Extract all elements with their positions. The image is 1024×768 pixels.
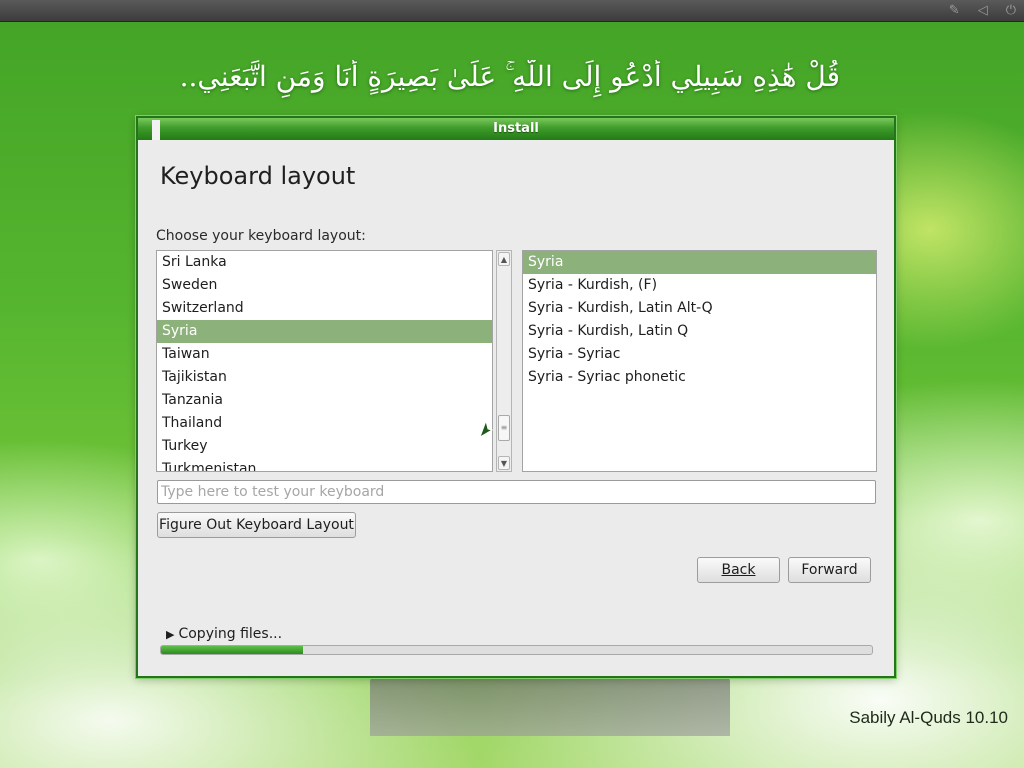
network-icon[interactable]: ✎	[949, 3, 960, 19]
country-list-item[interactable]: Turkmenistan	[157, 458, 492, 471]
arrow-down-icon[interactable]: ▼	[498, 456, 510, 470]
country-list-item[interactable]: Tanzania	[157, 389, 492, 412]
country-list-item[interactable]: Syria	[157, 320, 492, 343]
country-list-scrollbar[interactable]: ▲ ≡ ▼	[496, 250, 512, 472]
top-panel: ✎ ◁ ⏻	[0, 0, 1024, 22]
power-icon[interactable]: ⏻	[1006, 3, 1016, 19]
country-list-item[interactable]: Thailand	[157, 412, 492, 435]
country-list-item[interactable]: Sweden	[157, 274, 492, 297]
country-list-item[interactable]: Sri Lanka	[157, 251, 492, 274]
progress-bar	[160, 645, 873, 655]
verse-banner: قُلْ هَٰذِهِ سَبِيلِي أَدْعُو إِلَى اللَ…	[180, 60, 840, 93]
triangle-right-icon: ▶	[166, 628, 175, 641]
background-mosque	[370, 676, 730, 736]
grip-icon: ≡	[500, 423, 508, 432]
country-list-item[interactable]: Taiwan	[157, 343, 492, 366]
country-list-item[interactable]: Switzerland	[157, 297, 492, 320]
variant-list-item[interactable]: Syria	[523, 251, 876, 274]
volume-icon[interactable]: ◁	[978, 3, 988, 19]
titlebar-grip	[152, 120, 160, 140]
variant-list-item[interactable]: Syria - Syriac	[523, 343, 876, 366]
scroll-thumb[interactable]: ≡	[498, 415, 510, 441]
keyboard-test-input[interactable]	[157, 480, 876, 504]
variant-list-item[interactable]: Syria - Kurdish, Latin Alt-Q	[523, 297, 876, 320]
choose-layout-label: Choose your keyboard layout:	[156, 228, 366, 244]
arrow-up-icon[interactable]: ▲	[498, 252, 510, 266]
figure-out-layout-button[interactable]: Figure Out Keyboard Layout	[157, 512, 356, 538]
progress-expander[interactable]: ▶ Copying files...	[166, 626, 282, 642]
distro-label: Sabily Al-Quds 10.10	[849, 708, 1008, 727]
install-window: Install Keyboard layout Choose your keyb…	[136, 116, 896, 678]
page-title: Keyboard layout	[160, 162, 356, 190]
variant-list-item[interactable]: Syria - Kurdish, Latin Q	[523, 320, 876, 343]
variant-list-item[interactable]: Syria - Syriac phonetic	[523, 366, 876, 389]
variant-list-item[interactable]: Syria - Kurdish, (F)	[523, 274, 876, 297]
progress-label: Copying files...	[178, 626, 283, 642]
progress-fill	[161, 646, 304, 654]
mouse-pointer-icon	[479, 420, 493, 438]
back-button[interactable]: Back	[697, 557, 780, 583]
forward-button[interactable]: Forward	[788, 557, 871, 583]
country-list[interactable]: Sri Lanka Sweden Switzerland Syria Taiwan Taj…	[156, 250, 493, 472]
country-list-item[interactable]: Turkey	[157, 435, 492, 458]
window-title: Install	[493, 121, 539, 136]
window-titlebar[interactable]: Install	[138, 118, 894, 140]
country-list-item[interactable]: Tajikistan	[157, 366, 492, 389]
variant-list[interactable]: Syria Syria - Kurdish, (F) Syria - Kurdish…	[522, 250, 877, 472]
system-tray: ✎ ◁ ⏻	[949, 3, 1016, 19]
